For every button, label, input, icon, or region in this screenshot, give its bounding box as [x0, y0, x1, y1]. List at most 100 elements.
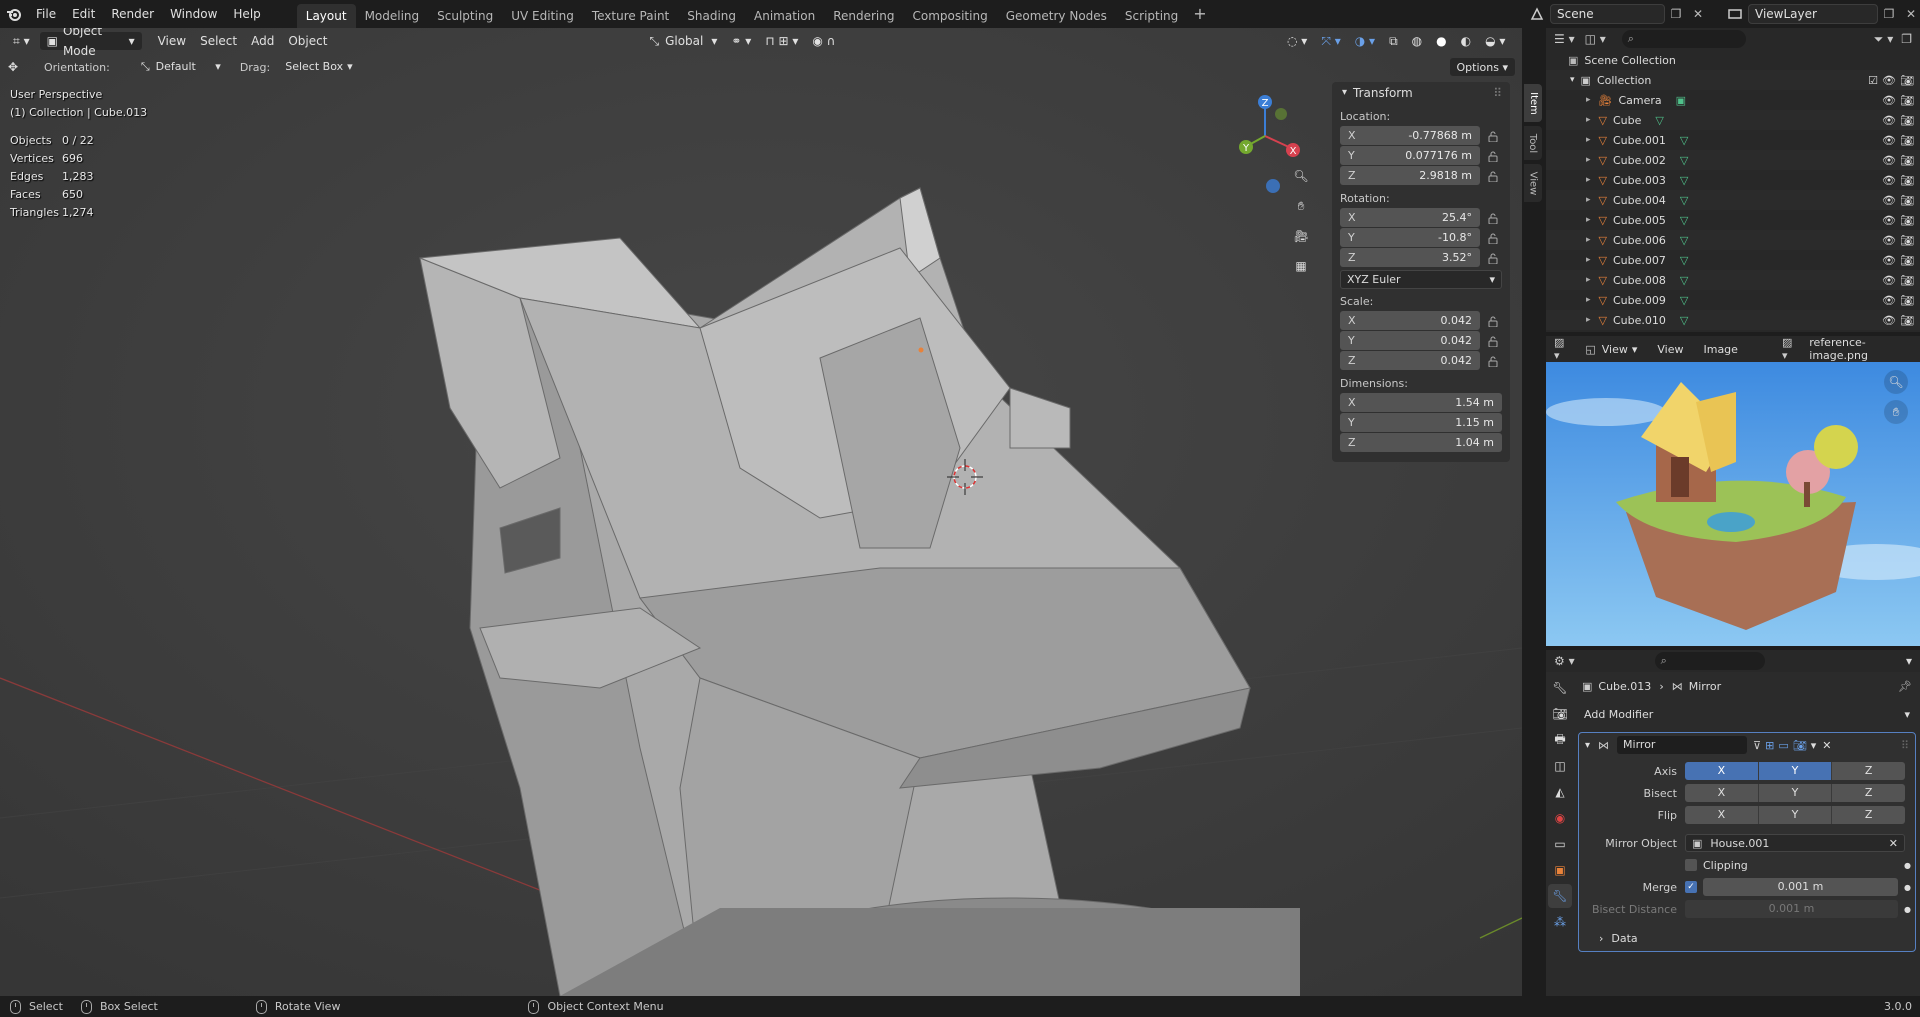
bisect-z-toggle[interactable]: Z — [1832, 784, 1906, 802]
mode-select[interactable]: ▣ Object Mode ▾ — [38, 28, 143, 58]
eye-icon[interactable]: 👁︎ — [1882, 314, 1896, 327]
transform-orientation-select[interactable]: ⤡ Global ▾ — [642, 31, 724, 51]
tab-rendering[interactable]: Rendering — [824, 4, 903, 28]
render-properties-icon[interactable]: 📷︎ — [1548, 702, 1572, 726]
render-camera-icon[interactable]: 📷︎ — [1900, 174, 1914, 187]
view-mode-icon[interactable]: ◱ — [1585, 343, 1595, 356]
chevron-right-icon[interactable]: ▸ — [1586, 175, 1591, 185]
eye-icon[interactable]: 👁︎ — [1882, 234, 1896, 247]
outliner-collection[interactable]: ▾ ▣ Collection ☑ 👁︎ 📷︎ — [1546, 70, 1920, 90]
tab-uv-editing[interactable]: UV Editing — [502, 4, 583, 28]
tab-shading[interactable]: Shading — [678, 4, 745, 28]
render-camera-icon[interactable]: 📷︎ — [1900, 274, 1914, 287]
add-workspace-button[interactable]: + — [1187, 0, 1212, 28]
object-properties-icon[interactable]: ▣ — [1548, 858, 1572, 882]
3d-viewport[interactable]: ⌗ ▾ ▣ Object Mode ▾ View Select Add Obje… — [0, 28, 1522, 996]
lock-icon[interactable] — [1484, 147, 1502, 165]
chevron-right-icon[interactable]: ▸ — [1586, 115, 1591, 125]
modifier-name-field[interactable]: Mirror — [1617, 736, 1748, 754]
menu-object[interactable]: Object — [281, 31, 334, 51]
outliner-item[interactable]: ▸ 🎥︎ Camera ▣ 👁︎ 📷︎ — [1546, 90, 1920, 110]
close-icon[interactable]: ✕ — [1822, 739, 1831, 752]
drag-select[interactable]: Select Box ▾ — [278, 57, 359, 77]
view-layer-properties-icon[interactable]: ◫ — [1548, 754, 1572, 778]
filter-icon[interactable]: ⏷ ▾ — [1874, 32, 1893, 47]
flip-z-toggle[interactable]: Z — [1832, 806, 1906, 824]
tab-geometry-nodes[interactable]: Geometry Nodes — [997, 4, 1116, 28]
menu-image[interactable]: Image — [1703, 343, 1737, 356]
outliner-item[interactable]: ▸ ▽ Cube.008 ▽ 👁︎ 📷︎ — [1546, 270, 1920, 290]
clear-icon[interactable]: ✕ — [1889, 837, 1898, 850]
location-z-field[interactable]: Z 2.9818 m — [1340, 166, 1480, 185]
lock-icon[interactable] — [1484, 209, 1502, 227]
chevron-down-icon[interactable]: ▾ — [1585, 740, 1590, 751]
rotation-mode-select[interactable]: XYZ Euler ▾ — [1340, 270, 1502, 289]
menu-select[interactable]: Select — [193, 31, 244, 51]
outliner-item[interactable]: ▸ ▽ Cube.010 ▽ 👁︎ 📷︎ — [1546, 310, 1920, 330]
mesh-data-icon[interactable]: ▽ — [1680, 294, 1688, 307]
camera-data-icon[interactable]: ▣ — [1676, 94, 1686, 107]
outliner-item[interactable]: ▸ ▽ Cube.002 ▽ 👁︎ 📷︎ — [1546, 150, 1920, 170]
menu-render[interactable]: Render — [103, 0, 162, 28]
tab-compositing[interactable]: Compositing — [903, 4, 996, 28]
visibility-icon[interactable]: ◌ ▾ — [1280, 31, 1314, 51]
render-camera-icon[interactable]: 📷︎ — [1900, 114, 1914, 127]
rotation-z-field[interactable]: Z 3.52° — [1340, 248, 1480, 267]
pan-hand-icon[interactable]: ✋︎ — [1289, 194, 1313, 218]
reference-image[interactable] — [1546, 362, 1920, 646]
tab-animation[interactable]: Animation — [745, 4, 824, 28]
flip-y-toggle[interactable]: Y — [1758, 806, 1833, 824]
lock-icon[interactable] — [1484, 352, 1502, 370]
eye-icon[interactable]: 👁︎ — [1882, 154, 1896, 167]
scale-y-field[interactable]: Y 0.042 — [1340, 331, 1480, 350]
chevron-right-icon[interactable]: ▸ — [1586, 195, 1591, 205]
zoom-icon[interactable]: 🔍︎ — [1884, 370, 1908, 394]
menu-help[interactable]: Help — [225, 0, 268, 28]
modifier-menu-icon[interactable]: ▾ — [1811, 739, 1817, 752]
lock-icon[interactable] — [1484, 332, 1502, 350]
mesh-data-icon[interactable]: ▽ — [1680, 154, 1688, 167]
proportional-edit-icon[interactable]: ◉ ∩ — [805, 31, 842, 51]
menu-edit[interactable]: Edit — [64, 0, 103, 28]
tab-layout[interactable]: Layout — [296, 4, 356, 28]
bisect-y-toggle[interactable]: Y — [1758, 784, 1833, 802]
outliner-item[interactable]: ▸ ▽ Cube.007 ▽ 👁︎ 📷︎ — [1546, 250, 1920, 270]
transform-panel-header[interactable]: ▾ Transform ⠿ — [1332, 82, 1510, 104]
keyframe-dot-icon[interactable]: ● — [1904, 883, 1911, 892]
rotation-x-field[interactable]: X 25.4° — [1340, 208, 1480, 227]
eye-icon[interactable]: 👁︎ — [1882, 214, 1896, 227]
scene-properties-icon[interactable]: ◭ — [1548, 780, 1572, 804]
snap-icon[interactable]: ⊓ ⊞ ▾ — [758, 31, 805, 51]
dimension-z-field[interactable]: Z 1.04 m — [1340, 433, 1502, 452]
mesh-data-icon[interactable]: ▽ — [1680, 214, 1688, 227]
dimension-x-field[interactable]: X 1.54 m — [1340, 393, 1502, 412]
overlay-toggle-icon[interactable]: ◑ ▾ — [1348, 31, 1382, 51]
render-camera-icon[interactable]: 📷︎ — [1900, 194, 1914, 207]
blender-logo-icon[interactable] — [0, 0, 28, 28]
outliner-item[interactable]: ▸ ▽ Cube ▽ 👁︎ 📷︎ — [1546, 110, 1920, 130]
bisect-x-toggle[interactable]: X — [1685, 784, 1759, 802]
display-mode-icon[interactable]: ◫ ▾ — [1585, 32, 1606, 46]
render-camera-icon[interactable]: 📷︎ — [1900, 94, 1914, 107]
scale-z-field[interactable]: Z 0.042 — [1340, 351, 1480, 370]
world-properties-icon[interactable]: ◉ — [1548, 806, 1572, 830]
axis-z-toggle[interactable]: Z — [1832, 762, 1906, 780]
flip-x-toggle[interactable]: X — [1685, 806, 1759, 824]
view-layer-name-field[interactable]: ViewLayer — [1748, 4, 1878, 24]
chevron-right-icon[interactable]: ▸ — [1586, 295, 1591, 305]
eye-icon[interactable]: 👁︎ — [1882, 94, 1896, 107]
properties-editor-type-icon[interactable]: ⚙ ▾ — [1554, 654, 1575, 668]
view-layer-icon[interactable] — [1722, 3, 1748, 25]
location-y-field[interactable]: Y 0.077176 m — [1340, 146, 1480, 165]
outliner-item[interactable]: ▸ ▽ Cube.006 ▽ 👁︎ 📷︎ — [1546, 230, 1920, 250]
pan-hand-icon[interactable]: ✋︎ — [1884, 400, 1908, 424]
chevron-right-icon[interactable]: ▸ — [1586, 315, 1591, 325]
properties-search-input[interactable]: ⌕ — [1654, 652, 1765, 670]
chevron-right-icon[interactable]: ▸ — [1586, 255, 1591, 265]
new-collection-icon[interactable]: ❐ — [1901, 32, 1912, 46]
image-name-field[interactable]: reference-image.png — [1809, 336, 1912, 362]
clipping-checkbox[interactable] — [1685, 859, 1697, 871]
lock-icon[interactable] — [1484, 229, 1502, 247]
tab-modeling[interactable]: Modeling — [356, 4, 429, 28]
zoom-icon[interactable]: 🔍︎ — [1289, 164, 1313, 188]
